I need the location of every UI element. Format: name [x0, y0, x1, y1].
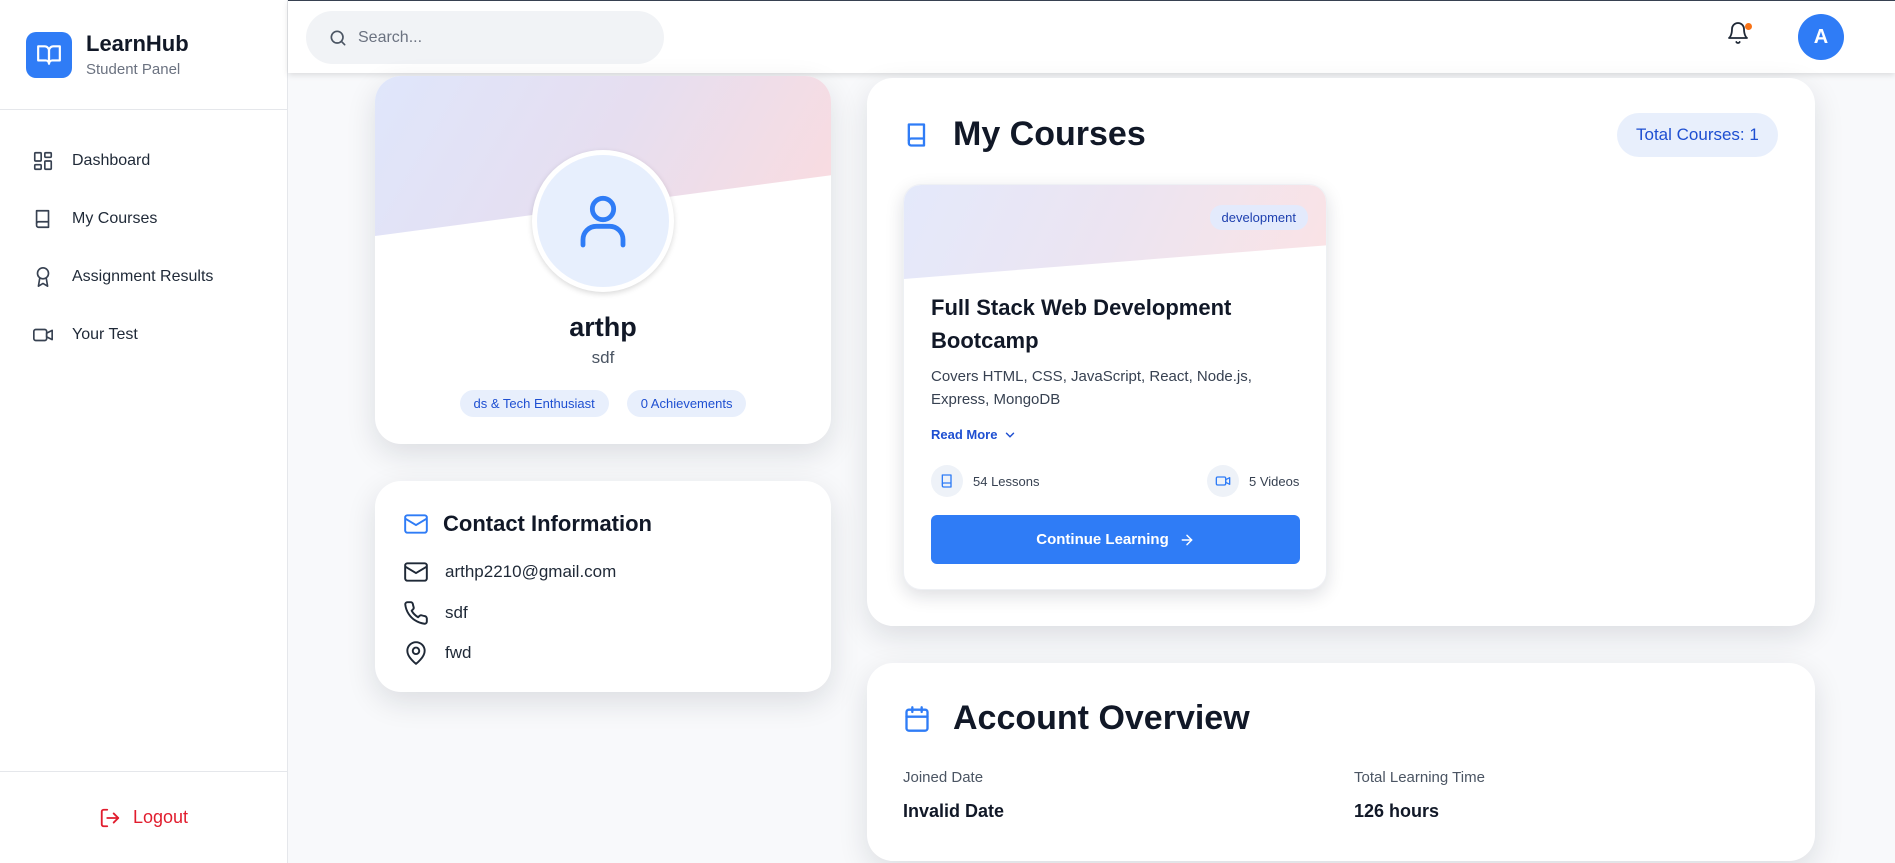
sidebar-nav: Dashboard My Courses Assignment Results … [0, 110, 287, 771]
profile-name: arthp [569, 312, 637, 342]
course-description: Covers HTML, CSS, JavaScript, React, Nod… [931, 368, 1252, 408]
account-overview-card: Account Overview Joined Date Invalid Dat… [867, 663, 1815, 861]
brand[interactable]: LearnHub Student Panel [0, 0, 287, 110]
email-value: arthp2210@gmail.com [445, 562, 617, 581]
sidebar-item-label: My Courses [72, 210, 158, 227]
profile-avatar [532, 150, 674, 292]
videos-count: 5 Videos [1249, 473, 1300, 489]
course-banner [904, 185, 1326, 279]
lessons-stat: 54 Lessons [931, 465, 1040, 497]
sidebar-item-dashboard[interactable]: Dashboard [0, 132, 287, 190]
sidebar-item-my-courses[interactable]: My Courses [0, 190, 287, 248]
continue-learning-button[interactable]: Continue Learning [931, 515, 1300, 564]
user-avatar[interactable]: A [1798, 14, 1844, 60]
profile-badges: ds & Tech Enthusiast 0 Achievements [375, 390, 831, 417]
logout-icon [99, 807, 121, 829]
search-bar[interactable] [306, 11, 664, 64]
learning-time-value: 126 hours [1354, 801, 1440, 821]
interest-badge: ds & Tech Enthusiast [459, 390, 609, 417]
courses-title-text: My Courses [953, 115, 1146, 153]
contact-phone: sdf [403, 600, 468, 626]
brand-title: LearnHub [86, 31, 189, 56]
continue-learning-label: Continue Learning [1036, 531, 1169, 548]
notification-dot [1745, 23, 1752, 30]
contact-title-text: Contact Information [443, 511, 652, 536]
sidebar-item-label: Your Test [72, 326, 138, 343]
achievements-badge: 0 Achievements [626, 390, 747, 417]
profile-subtitle: sdf [591, 348, 615, 367]
video-icon [32, 324, 54, 346]
book-icon [903, 121, 931, 149]
award-icon [32, 266, 54, 288]
brand-subtitle: Student Panel [86, 61, 181, 78]
open-book-icon [26, 31, 72, 78]
mail-icon [403, 559, 429, 585]
joined-date-value: Invalid Date [903, 801, 1005, 821]
location-value: fwd [445, 643, 472, 662]
total-courses-badge: Total Courses: 1 [1617, 113, 1778, 157]
read-more-button[interactable]: Read More [931, 427, 1017, 442]
notification-button[interactable] [1726, 21, 1752, 45]
overview-title: Account Overview [903, 699, 1250, 738]
course-card[interactable]: development Full Stack Web Development B… [903, 184, 1327, 590]
sidebar: LearnHub Student Panel Dashboard My Cour… [0, 0, 288, 863]
overview-title-text: Account Overview [953, 699, 1250, 737]
course-title: Full Stack Web Development Bootcamp [931, 295, 1232, 353]
phone-icon [403, 600, 429, 626]
course-category-tag: development [1209, 205, 1308, 230]
contact-title: Contact Information [403, 511, 652, 537]
courses-title: My Courses [903, 115, 1146, 154]
contact-email: arthp2210@gmail.com [403, 559, 616, 585]
search-icon [328, 28, 348, 48]
search-input[interactable] [358, 28, 638, 47]
logout-button[interactable]: Logout [0, 771, 287, 863]
lessons-count: 54 Lessons [973, 473, 1040, 489]
video-icon [1207, 465, 1239, 497]
sidebar-item-label: Dashboard [72, 152, 151, 169]
book-icon [32, 208, 54, 230]
logout-label: Logout [132, 807, 189, 827]
top-header: A [288, 0, 1895, 73]
chevron-down-icon [1003, 428, 1017, 442]
learning-time-label: Total Learning Time [1354, 769, 1485, 786]
calendar-icon [903, 705, 931, 733]
read-more-label: Read More [931, 427, 998, 442]
joined-date-label: Joined Date [903, 769, 984, 786]
sidebar-item-assignment-results[interactable]: Assignment Results [0, 248, 287, 306]
map-pin-icon [403, 640, 429, 666]
sidebar-item-your-test[interactable]: Your Test [0, 306, 287, 364]
contact-location: fwd [403, 640, 471, 666]
book-icon [931, 465, 963, 497]
profile-card: arthp sdf ds & Tech Enthusiast 0 Achieve… [375, 76, 831, 444]
videos-stat: 5 Videos [1207, 465, 1299, 497]
user-icon [571, 189, 635, 253]
arrow-right-icon [1179, 532, 1195, 548]
phone-value: sdf [445, 603, 468, 622]
my-courses-card: My Courses Total Courses: 1 development … [867, 78, 1815, 626]
sidebar-item-label: Assignment Results [72, 268, 214, 285]
contact-card: Contact Information arthp2210@gmail.com … [375, 481, 831, 692]
grid-icon [32, 150, 54, 172]
mail-icon [403, 511, 429, 537]
